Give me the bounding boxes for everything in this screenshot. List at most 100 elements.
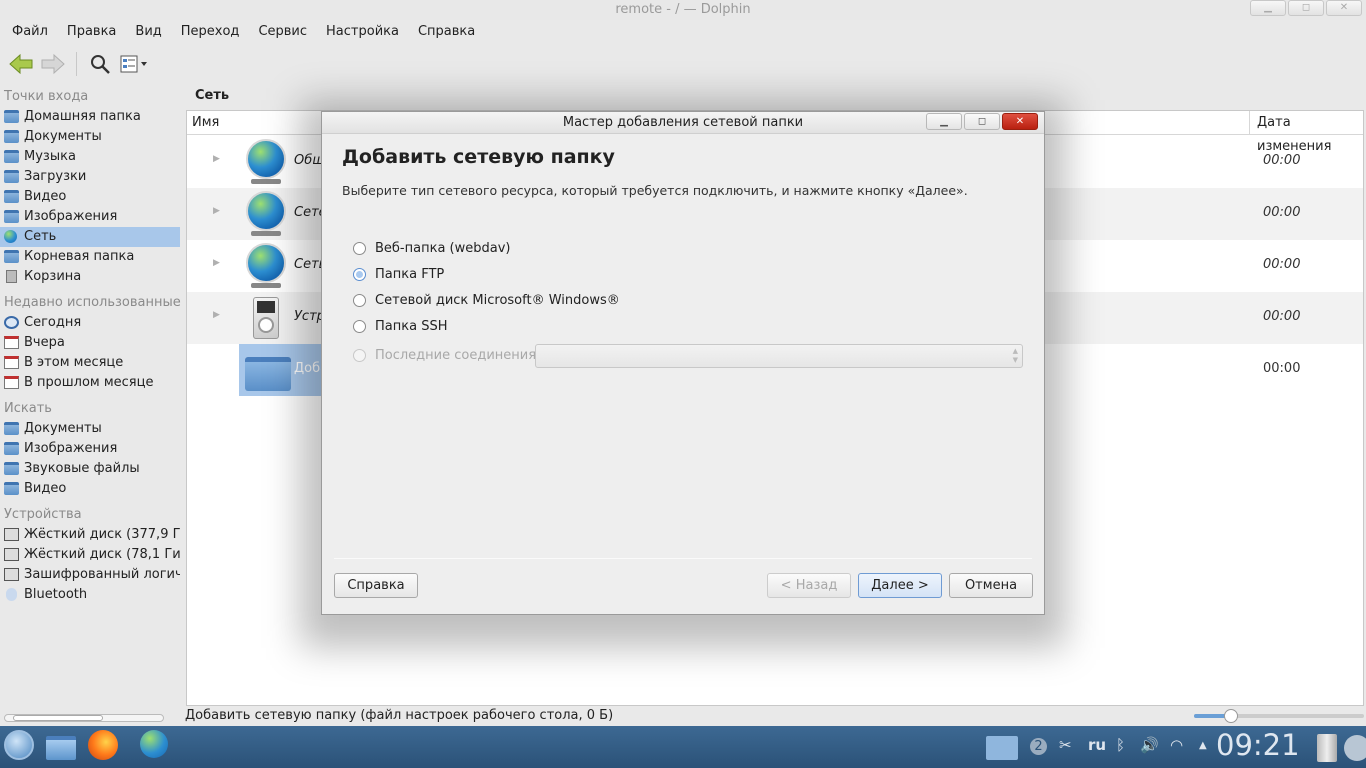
view-mode-button[interactable] (117, 49, 151, 79)
radio-button[interactable] (353, 319, 366, 333)
menu-file[interactable]: Файл (12, 20, 56, 44)
option-ssh[interactable]: Папка SSH (353, 316, 447, 336)
app-launcher-icon[interactable] (4, 730, 38, 764)
menu-tools[interactable]: Сервис (258, 20, 315, 44)
sidebar-item-search-audio[interactable]: Звуковые файлы (0, 459, 180, 479)
radio-button[interactable] (353, 348, 366, 362)
dialog-title: Мастер добавления сетевой папки (562, 115, 804, 130)
sidebar-item-videos[interactable]: Видео (0, 187, 180, 207)
dialog-minimize-button[interactable]: ▁ (926, 113, 962, 130)
notifications-badge[interactable]: 2 (1030, 738, 1047, 755)
expand-arrow-icon[interactable]: ▶ (213, 206, 220, 216)
network-globe-icon (243, 139, 289, 185)
sidebar-item-documents[interactable]: Документы (0, 127, 180, 147)
window-title: remote - / — Dolphin (615, 2, 751, 17)
dialog-close-button[interactable]: ✕ (1002, 113, 1038, 130)
sidebar-item-bluetooth[interactable]: Bluetooth (0, 585, 180, 605)
zoom-slider[interactable] (1194, 709, 1364, 723)
tray-expand-icon[interactable]: ▲ (1199, 740, 1207, 751)
back-arrow-icon (9, 53, 33, 75)
sidebar-item-network[interactable]: Сеть (0, 227, 180, 247)
network-globe-icon[interactable] (140, 730, 174, 764)
sidebar-item-label: Видео (24, 189, 67, 204)
maximize-button[interactable]: ◻ (1288, 0, 1324, 16)
menu-view[interactable]: Вид (135, 20, 169, 44)
sidebar-item-label: Загрузки (24, 169, 87, 184)
trash-icon[interactable] (1310, 730, 1344, 764)
encrypted-disk-icon (4, 568, 19, 581)
firefox-icon[interactable] (88, 730, 122, 764)
sidebar-item-search-images[interactable]: Изображения (0, 439, 180, 459)
folder-documents-icon (4, 130, 19, 143)
search-button[interactable] (85, 49, 115, 79)
window-titlebar: remote - / — Dolphin ▁ ◻ ✕ (0, 0, 1366, 20)
keyboard-layout[interactable]: ru (1088, 736, 1106, 754)
radio-button[interactable] (353, 241, 366, 255)
expand-arrow-icon[interactable]: ▶ (213, 310, 220, 320)
sidebar-item-home[interactable]: Домашняя папка (0, 107, 180, 127)
clipboard-scissors-icon[interactable]: ✂ (1059, 736, 1072, 754)
sidebar-item-label: В прошлом месяце (24, 375, 154, 390)
menu-help[interactable]: Справка (418, 20, 483, 44)
bluetooth-icon[interactable]: ᛒ (1116, 736, 1125, 754)
column-name[interactable]: Имя (192, 115, 219, 130)
column-date[interactable]: Дата изменения (1249, 111, 1366, 154)
folder-pictures-icon (4, 210, 19, 223)
sidebar-item-label: Жёсткий диск (377,9 ГиБ) (24, 527, 180, 542)
volume-icon[interactable]: 🔊 (1140, 736, 1159, 754)
clock-arrow-icon (4, 316, 19, 329)
panel-menu-icon[interactable] (1344, 730, 1366, 764)
sidebar-item-root[interactable]: Корневая папка (0, 247, 180, 267)
sidebar-item-trash[interactable]: Корзина (0, 267, 180, 287)
file-manager-icon[interactable] (46, 730, 80, 764)
device-notifier-icon[interactable] (986, 730, 1020, 764)
minimize-button[interactable]: ▁ (1250, 0, 1286, 16)
cancel-button[interactable]: Отмена (949, 573, 1033, 598)
help-button[interactable]: Справка (334, 573, 418, 598)
clock[interactable]: 09:21 (1216, 728, 1300, 762)
sidebar-item-label: Изображения (24, 441, 118, 456)
radio-button-checked[interactable] (353, 267, 366, 281)
sidebar-item-last-month[interactable]: В прошлом месяце (0, 373, 180, 393)
sidebar-item-downloads[interactable]: Загрузки (0, 167, 180, 187)
radio-button[interactable] (353, 293, 366, 307)
sidebar-item-today[interactable]: Сегодня (0, 313, 180, 333)
sidebar-item-this-month[interactable]: В этом месяце (0, 353, 180, 373)
option-ftp[interactable]: Папка FTP (353, 264, 444, 284)
folder-music-icon (4, 150, 19, 163)
sidebar-item-label: Жёсткий диск (78,1 ГиБ) (24, 547, 180, 562)
sidebar-item-disk-2[interactable]: Жёсткий диск (78,1 ГиБ) (0, 545, 180, 565)
dialog-maximize-button[interactable]: ◻ (964, 113, 1000, 130)
menu-settings[interactable]: Настройка (326, 20, 407, 44)
dialog-separator (334, 558, 1032, 559)
network-globe-icon (243, 191, 289, 237)
forward-button[interactable] (38, 49, 68, 79)
sidebar-item-label: Звуковые файлы (24, 461, 140, 476)
file-date: 00:00 (1263, 153, 1301, 168)
back-button[interactable] (6, 49, 36, 79)
sidebar-item-music[interactable]: Музыка (0, 147, 180, 167)
sidebar-item-disk-1[interactable]: Жёсткий диск (377,9 ГиБ) (0, 525, 180, 545)
option-recent[interactable]: Последние соединения: (353, 345, 540, 365)
menu-go[interactable]: Переход (181, 20, 248, 44)
option-smb[interactable]: Сетевой диск Microsoft® Windows® (353, 290, 620, 310)
sidebar-item-encrypted[interactable]: Зашифрованный логичес (0, 565, 180, 585)
close-button[interactable]: ✕ (1326, 0, 1362, 16)
recent-connections-combo[interactable]: ▲ ▼ (535, 344, 1023, 368)
hard-disk-icon (4, 528, 19, 541)
expand-arrow-icon[interactable]: ▶ (213, 258, 220, 268)
combo-arrows-icon: ▲ ▼ (1012, 347, 1018, 364)
menu-edit[interactable]: Правка (67, 20, 124, 44)
next-button[interactable]: Далее > (858, 573, 942, 598)
sidebar-scrollbar[interactable] (4, 714, 164, 722)
option-webdav[interactable]: Веб-папка (webdav) (353, 238, 510, 258)
sidebar-item-search-video[interactable]: Видео (0, 479, 180, 499)
sidebar-item-label: Вчера (24, 335, 65, 350)
sidebar-item-pictures[interactable]: Изображения (0, 207, 180, 227)
wifi-icon[interactable]: ◠ (1170, 736, 1183, 754)
back-button[interactable]: < Назад (767, 573, 851, 598)
zoom-slider-handle[interactable] (1224, 709, 1238, 723)
sidebar-item-yesterday[interactable]: Вчера (0, 333, 180, 353)
sidebar-item-search-documents[interactable]: Документы (0, 419, 180, 439)
expand-arrow-icon[interactable]: ▶ (213, 154, 220, 164)
